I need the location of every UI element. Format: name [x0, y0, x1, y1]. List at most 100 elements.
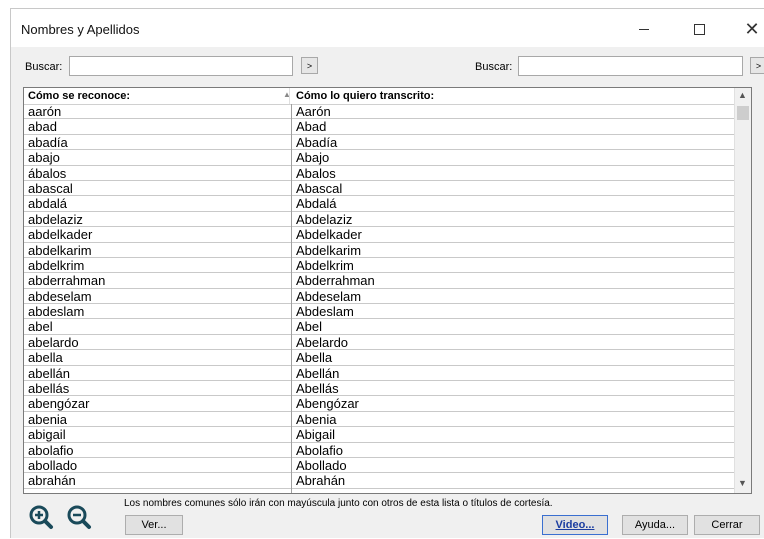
cell-recognized: abdelkader [28, 227, 93, 243]
table-row[interactable]: aarón Aarón [24, 104, 747, 120]
table-row[interactable]: abdelaziz Abdelaziz [24, 211, 747, 228]
cell-transcribed: Abderrahman [296, 273, 375, 289]
table-row[interactable]: abel Abel [24, 319, 747, 335]
ayuda-label: Ayuda... [634, 519, 676, 531]
column-header-recognized[interactable]: Cómo se reconoce: [28, 90, 130, 102]
dialog-window: Nombres y Apellidos ✕ Buscar: > Buscar: … [10, 8, 764, 538]
table-row[interactable]: ábalos Abalos [24, 166, 747, 181]
footer: Los nombres comunes sólo irán con mayúsc… [11, 495, 764, 539]
scroll-thumb[interactable] [737, 106, 749, 120]
table-row[interactable]: abdelkader Abdelkader [24, 227, 747, 243]
cell-transcribed: Abellán [296, 365, 340, 381]
table-row[interactable]: abdeselam Abdeselam [24, 288, 747, 305]
cell-recognized: abascal [28, 180, 73, 196]
cell-transcribed: Abascal [296, 180, 343, 196]
table-row[interactable]: abollado Abollado [24, 457, 747, 474]
table-row[interactable]: abad Abad [24, 119, 747, 135]
window-title: Nombres y Apellidos [21, 22, 140, 37]
vertical-scrollbar[interactable]: ▲ ▼ [734, 88, 751, 493]
scroll-down-icon[interactable]: ▼ [738, 478, 747, 488]
zoom-in-icon [29, 505, 53, 529]
cell-recognized: abel [28, 319, 53, 335]
search-right-go-button[interactable]: > [750, 57, 764, 74]
table-row[interactable]: abdelkrim Abdelkrim [24, 257, 747, 274]
cell-recognized: abad [28, 119, 57, 135]
cell-recognized: abdeslam [28, 304, 85, 320]
table-row[interactable]: abigail Abigail [24, 427, 747, 443]
table-row[interactable]: abdeslam Abdeslam [24, 304, 747, 320]
zoom-out-icon [67, 505, 91, 529]
table-row[interactable]: abenia Abenia [24, 411, 747, 428]
table-row[interactable]: abadía Abadía [24, 134, 747, 151]
cell-transcribed: Abdelaziz [296, 211, 353, 227]
ayuda-button[interactable]: Ayuda... [622, 515, 688, 535]
cell-transcribed: Abel [296, 319, 323, 335]
search-row: Buscar: > Buscar: > [11, 55, 764, 81]
cell-recognized: abigail [28, 427, 66, 443]
cell-transcribed: Abella [296, 350, 333, 366]
cell-transcribed: Abajo [296, 150, 330, 166]
cell-transcribed: Abadía [296, 134, 338, 150]
close-button[interactable]: ✕ [729, 15, 764, 43]
cell-transcribed: Abdalá [296, 196, 337, 212]
cell-transcribed: Abenia [296, 411, 337, 427]
search-left-go-button[interactable]: > [301, 57, 318, 74]
column-header-transcribed[interactable]: Cómo lo quiero transcrito: [296, 90, 434, 102]
cell-transcribed: Abigail [296, 427, 336, 443]
table-row[interactable]: abelardo Abelardo [24, 334, 747, 351]
table-row[interactable]: abella Abella [24, 350, 747, 366]
cell-recognized: abdeselam [28, 288, 92, 304]
table-row[interactable]: abellán Abellán [24, 365, 747, 382]
cell-recognized: abdalá [28, 196, 68, 212]
table-row[interactable]: abdalá Abdalá [24, 196, 747, 212]
cell-recognized: abadía [28, 134, 68, 150]
maximize-button[interactable] [676, 15, 722, 43]
footer-note: Los nombres comunes sólo irán con mayúsc… [124, 498, 553, 509]
zoom-out-button[interactable] [65, 503, 93, 531]
search-left-input[interactable] [69, 56, 293, 76]
search-right-input[interactable] [518, 56, 743, 76]
cerrar-button[interactable]: Cerrar [694, 515, 760, 535]
ver-button[interactable]: Ver... [125, 515, 183, 535]
scroll-up-icon[interactable]: ▲ [738, 90, 747, 100]
cell-transcribed: Abdelkarim [296, 242, 362, 258]
table-row[interactable]: abascal Abascal [24, 180, 747, 197]
cell-recognized: abdelkarim [28, 242, 92, 258]
header-divider [289, 88, 290, 104]
cell-transcribed: Abollado [296, 457, 347, 473]
cell-transcribed: Abdeslam [296, 304, 354, 320]
cell-transcribed: Aarón [296, 104, 331, 119]
cell-transcribed: Abalos [296, 165, 336, 181]
table-header: Cómo se reconoce: ▲ Cómo lo quiero trans… [24, 88, 747, 105]
table-row[interactable]: abellás Abellás [24, 381, 747, 397]
cell-recognized: abdelaziz [28, 211, 83, 227]
video-button[interactable]: Video... [542, 515, 608, 535]
cell-recognized: abellás [28, 381, 70, 397]
table-row[interactable]: abderrahman Abderrahman [24, 273, 747, 289]
table-row[interactable]: abolafio Abolafio [24, 443, 747, 458]
cell-recognized: aarón [28, 104, 62, 119]
video-label: Video... [555, 519, 595, 531]
cell-transcribed: Abdelkrim [296, 257, 354, 273]
cell-transcribed: Abellás [296, 381, 339, 397]
cell-transcribed: Abad [296, 119, 327, 135]
minimize-icon [639, 28, 649, 30]
table-row[interactable]: abrahán Abrahán [24, 473, 747, 489]
cell-recognized: abrahán [28, 473, 76, 489]
names-table[interactable]: Cómo se reconoce: ▲ Cómo lo quiero trans… [23, 87, 752, 494]
cell-transcribed: Abengózar [296, 396, 359, 412]
cell-recognized: abenia [28, 411, 68, 427]
search-left-go-label: > [306, 60, 313, 71]
table-row[interactable]: abdelkarim Abdelkarim [24, 243, 747, 258]
ver-label: Ver... [141, 519, 167, 531]
cerrar-label: Cerrar [711, 519, 743, 531]
zoom-in-button[interactable] [27, 503, 55, 531]
cell-recognized: abellán [28, 365, 70, 381]
search-left-label: Buscar: [25, 61, 63, 73]
table-row[interactable]: abajo Abajo [24, 150, 747, 166]
minimize-button[interactable] [621, 15, 667, 43]
cell-transcribed: Abdeselam [296, 288, 362, 304]
cell-transcribed: Abelardo [296, 334, 349, 350]
table-row[interactable]: abengózar Abengózar [24, 396, 747, 412]
maximize-icon [693, 23, 705, 35]
